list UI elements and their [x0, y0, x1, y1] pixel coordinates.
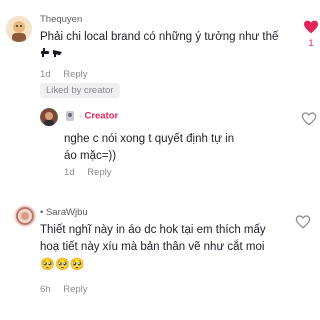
comment-sarawjbu: • SaraWjbu Thiết nghĩ này in áo dc hok t…: [0, 205, 320, 320]
reply-meta: 1d Reply: [64, 167, 112, 178]
comment-text: Thiết nghĩ này in áo dc hok tại em thích…: [40, 224, 266, 271]
reply-time: 1d: [64, 167, 75, 178]
creator-label: Creator: [84, 110, 119, 122]
heart-filled-icon[interactable]: [303, 20, 319, 34]
comment-thequyen: Thequyen Phải chi local brand có những ý…: [0, 0, 320, 178]
creator-reply: · Creator nghe c nói xong t quyết định t…: [0, 104, 320, 179]
heart-outline-icon[interactable]: [301, 112, 317, 126]
comment-meta: 1d Reply: [40, 69, 88, 80]
reply-button[interactable]: Reply: [63, 69, 87, 80]
liked-by-creator-badge: Liked by creator: [40, 83, 120, 98]
comment-username[interactable]: Thequyen: [40, 14, 82, 25]
creator-avatar[interactable]: [40, 108, 58, 126]
like-count: 1: [308, 38, 314, 48]
comment-time: 1d: [40, 69, 51, 80]
sticker-icon: [40, 46, 64, 64]
creator-name-row: · Creator: [64, 110, 118, 122]
reply-button[interactable]: Reply: [63, 284, 87, 295]
reply-button[interactable]: Reply: [87, 167, 111, 178]
heart-outline-icon[interactable]: [295, 215, 311, 229]
comment-time: 6h: [40, 284, 51, 295]
pleading-face-emoji: 🥺🥺🥺: [40, 257, 85, 271]
avatar[interactable]: [6, 16, 32, 42]
reply-text: nghe c nói xong t quyết định tự in áo mặ…: [64, 133, 235, 162]
creator-mini-avatar-icon: [64, 110, 76, 122]
comment-meta: 6h Reply: [40, 284, 88, 295]
comment-text: Phải chi local brand có những ý tưởng nh…: [40, 29, 290, 64]
avatar[interactable]: [14, 205, 36, 227]
comment-username[interactable]: • SaraWjbu: [40, 207, 88, 218]
